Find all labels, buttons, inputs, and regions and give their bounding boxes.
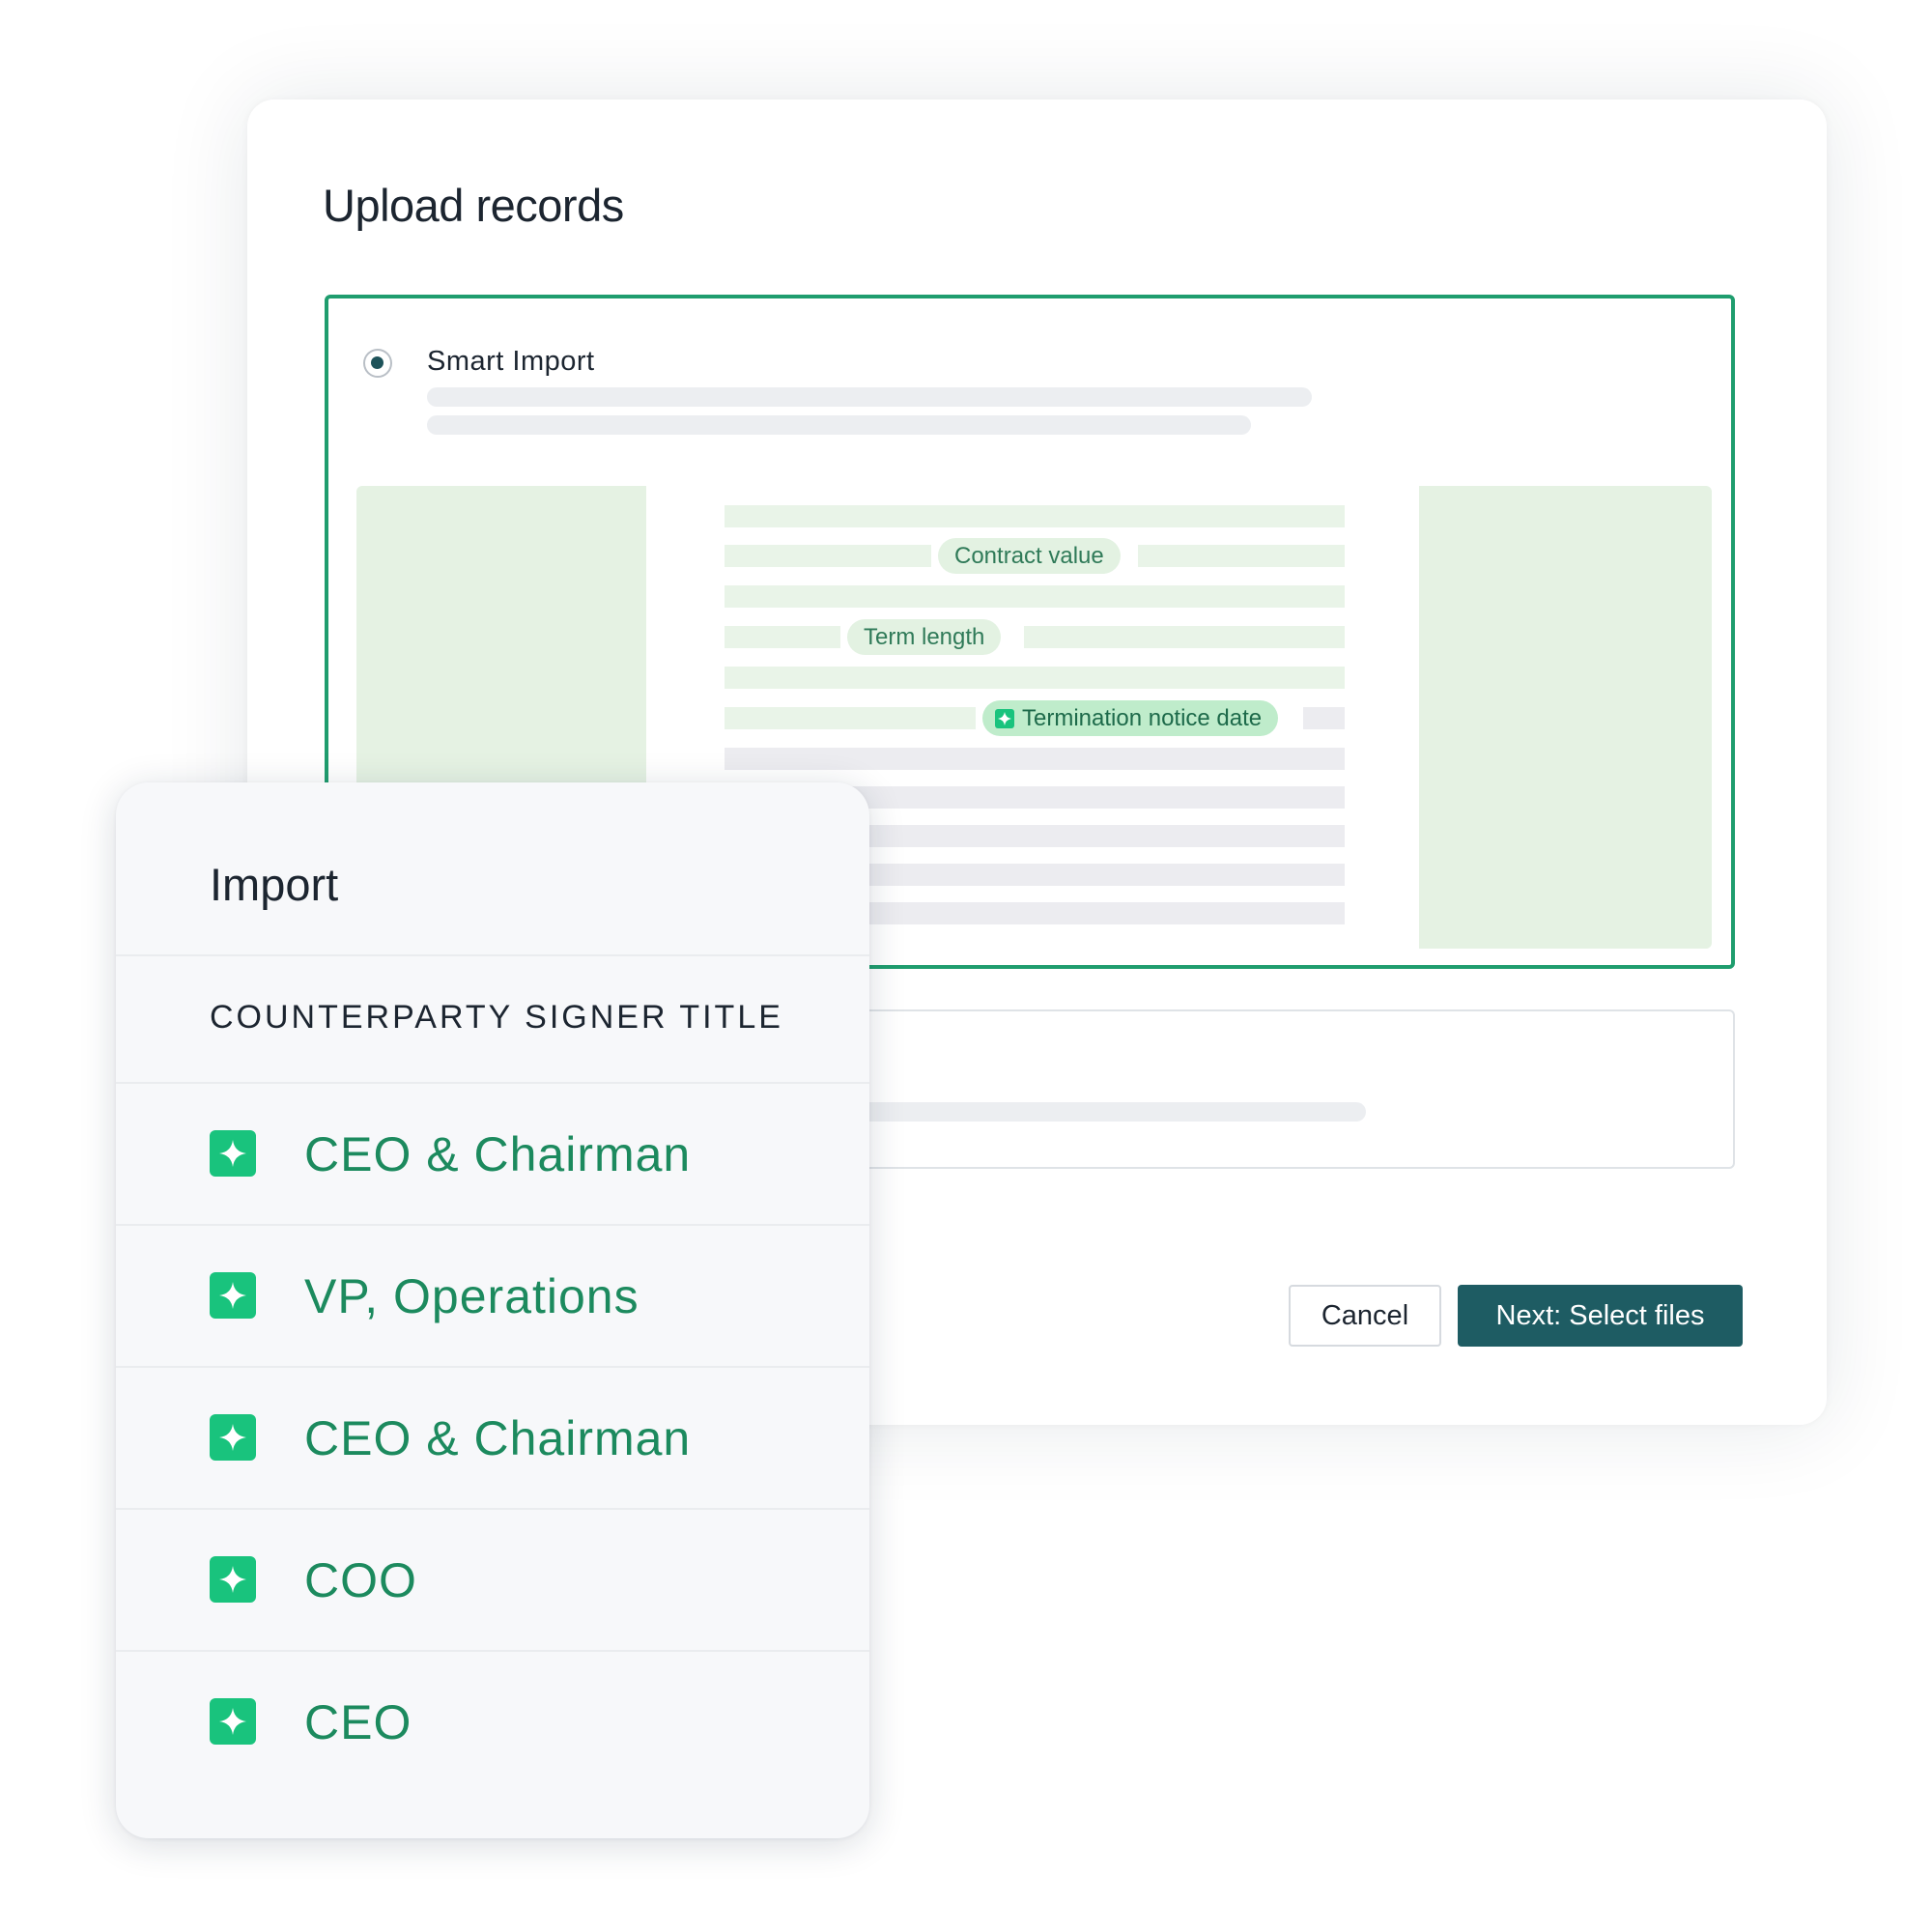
text-line-placeholder: [724, 667, 1345, 689]
text-line-placeholder: [724, 585, 1345, 608]
signer-title-value: CEO & Chairman: [304, 1411, 692, 1465]
sparkle-icon: [995, 709, 1014, 728]
signer-title-value: COO: [304, 1553, 417, 1607]
import-panel: Import COUNTERPARTY SIGNER TITLE CEO & C…: [116, 782, 869, 1838]
text-line-placeholder: [1138, 545, 1345, 567]
next-select-files-button[interactable]: Next: Select files: [1458, 1285, 1743, 1347]
column-header: COUNTERPARTY SIGNER TITLE: [116, 954, 869, 1084]
list-item: CEO & Chairman: [116, 1368, 869, 1510]
description-placeholder-line: [427, 415, 1251, 435]
list-item: COO: [116, 1510, 869, 1652]
sparkle-icon: [210, 1698, 256, 1745]
list-item: VP, Operations: [116, 1226, 869, 1368]
description-placeholder-line: [427, 387, 1312, 407]
sparkle-icon: [210, 1130, 256, 1177]
cancel-button[interactable]: Cancel: [1289, 1285, 1441, 1347]
signer-title-value: CEO: [304, 1695, 412, 1749]
text-line-placeholder: [724, 545, 931, 567]
signer-title-list: CEO & Chairman VP, Operations CEO & Chai…: [116, 1084, 869, 1794]
ai-extracted-field-label: Termination notice date: [1022, 705, 1263, 731]
panel-title: Import: [210, 859, 339, 910]
column-header-label: COUNTERPARTY SIGNER TITLE: [210, 999, 783, 1036]
text-line-placeholder: [1024, 626, 1345, 648]
text-line-placeholder: [1303, 707, 1345, 729]
sparkle-icon: [210, 1414, 256, 1461]
modal-title: Upload records: [323, 180, 624, 231]
list-item: CEO: [116, 1652, 869, 1794]
extracted-field-tag: Term length: [847, 619, 1002, 655]
ai-extracted-field-tag: Termination notice date: [982, 700, 1279, 736]
sparkle-icon: [210, 1556, 256, 1603]
sparkle-icon: [210, 1272, 256, 1319]
text-line-placeholder: [724, 707, 976, 729]
signer-title-value: CEO & Chairman: [304, 1127, 692, 1181]
radio-selected-icon[interactable]: [363, 349, 392, 378]
description-placeholder-line: [829, 1102, 1366, 1122]
text-line-placeholder: [724, 505, 1345, 527]
smart-import-label[interactable]: Smart Import: [427, 346, 595, 378]
text-line-placeholder: [724, 748, 1345, 770]
list-item: CEO & Chairman: [116, 1084, 869, 1226]
signer-title-value: VP, Operations: [304, 1269, 639, 1323]
text-line-placeholder: [724, 626, 840, 648]
extracted-field-tag: Contract value: [938, 538, 1121, 574]
